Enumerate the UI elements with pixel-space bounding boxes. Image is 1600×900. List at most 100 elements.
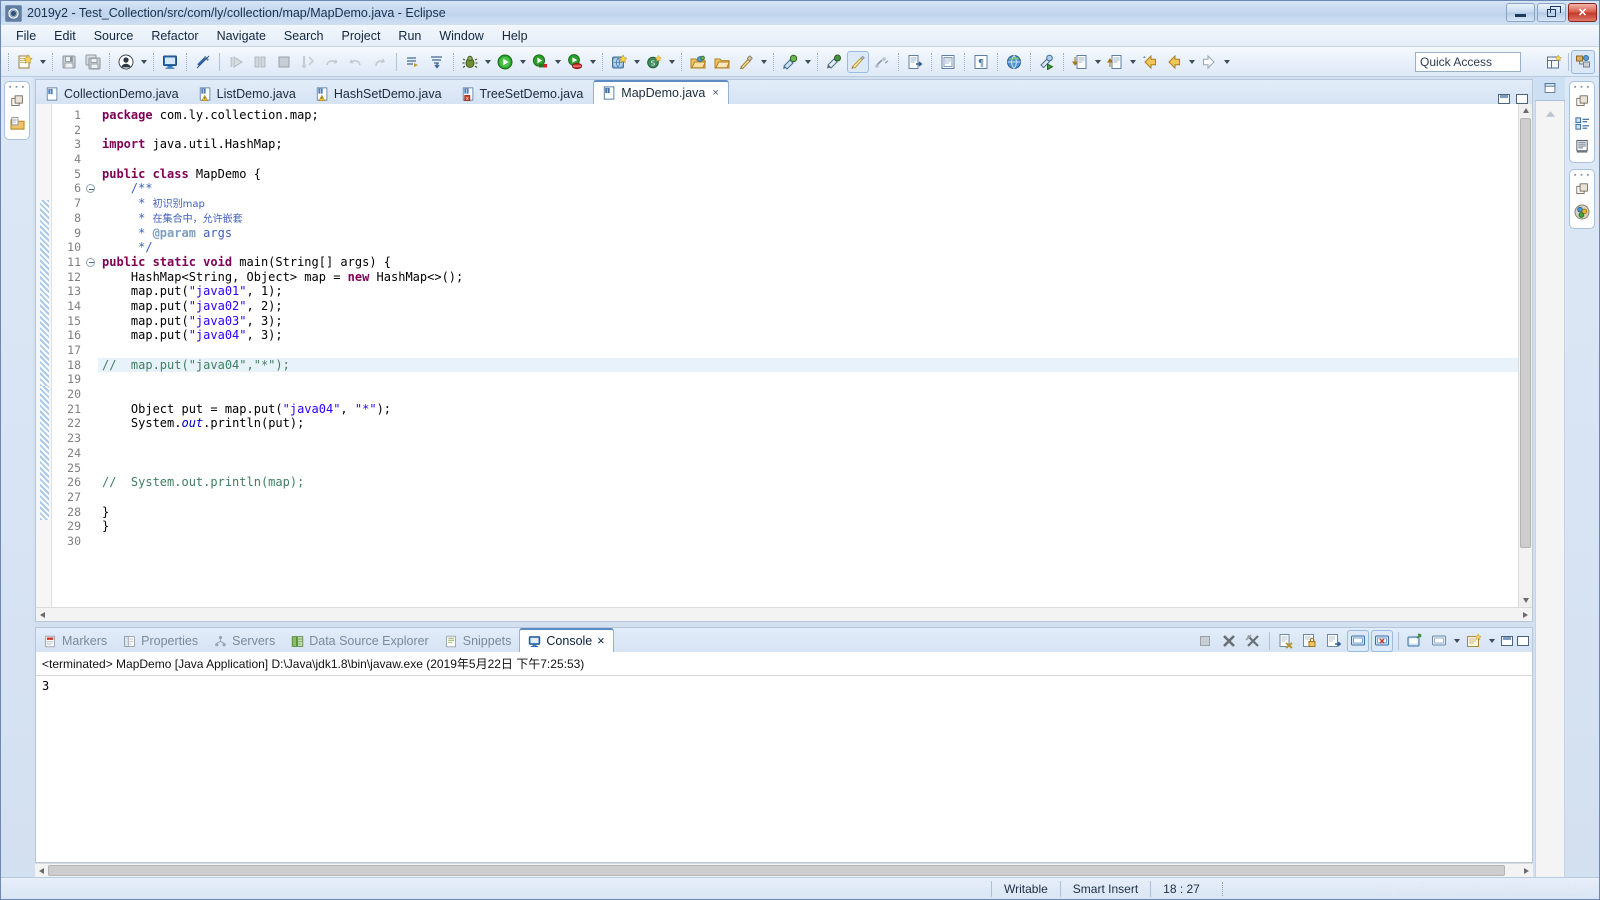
code-line[interactable]: } [98,505,1518,520]
open-type-icon[interactable] [687,51,709,73]
code-line[interactable] [98,372,1518,387]
run-dropdown-arrow[interactable] [517,51,528,73]
code-line[interactable]: Object put = map.put("java04", "*"); [98,402,1518,417]
code-line[interactable]: HashMap<String, Object> map = new HashMa… [98,270,1518,285]
external-tools-dropdown-arrow[interactable] [758,51,769,73]
open-web-browser-icon[interactable] [1003,51,1025,73]
status-resize-handle[interactable] [1221,881,1223,896]
close-icon[interactable]: × [597,634,604,648]
code-line[interactable]: public static void main(String[] args) { [98,255,1518,270]
console-output[interactable]: 3 [36,676,1532,862]
drag-handle-dots[interactable]: ▪ ▪ ▪ [9,84,25,91]
task-list-icon[interactable] [1575,139,1590,157]
new-wizard-icon[interactable] [14,51,36,73]
package-explorer-icon[interactable] [9,116,25,134]
editor-tab-hashsetdemo[interactable]: J HashSetDemo.java [306,82,452,104]
scroll-lock-icon[interactable] [1299,630,1321,652]
code-line[interactable]: */ [98,240,1518,255]
new-java-console-icon[interactable] [159,51,181,73]
code-line[interactable]: // map.put("java04","*"); [98,357,1518,373]
tab-snippets[interactable]: Snippets [437,630,520,652]
pin-console-icon[interactable] [823,51,845,73]
run-last-tool-icon[interactable] [1036,51,1058,73]
code-line[interactable]: map.put("java01", 1); [98,284,1518,299]
open-declaration-icon[interactable] [904,51,926,73]
outline-view-icon[interactable] [1535,77,1565,101]
run-ant-dropdown-arrow[interactable] [587,51,598,73]
tab-properties[interactable]: Properties [115,630,206,652]
save-icon[interactable] [58,51,80,73]
minimize-view-icon[interactable] [1498,94,1510,104]
terminate-icon[interactable] [273,51,295,73]
forward-icon[interactable] [1198,51,1220,73]
previous-edit-location-icon[interactable] [1104,51,1126,73]
step-into-icon[interactable] [297,51,319,73]
user-profile-icon[interactable] [115,51,137,73]
code-line[interactable]: map.put("java04", 3); [98,328,1518,343]
show-print-margin-icon[interactable]: ¶ [970,51,992,73]
code-line[interactable]: public class MapDemo { [98,167,1518,182]
restore-icon[interactable] [1575,183,1589,199]
code-line[interactable] [98,461,1518,476]
link-icon[interactable] [871,51,893,73]
remove-all-terminated-icon[interactable] [1242,630,1264,652]
console-view-menu-arrow[interactable] [1451,630,1462,652]
external-tools-icon[interactable] [735,51,757,73]
code-line[interactable] [98,534,1518,549]
menu-navigate[interactable]: Navigate [208,27,275,45]
java-perspective-icon[interactable] [1571,50,1595,74]
terminate-icon[interactable] [1194,630,1216,652]
editor-tab-treesetdemo[interactable]: Jx TreeSetDemo.java [452,82,594,104]
editor-tab-listdemo[interactable]: J ListDemo.java [189,82,306,104]
code-line[interactable] [98,490,1518,505]
back-history-icon[interactable] [1163,51,1185,73]
maximize-button[interactable] [1537,3,1566,22]
code-line[interactable] [98,387,1518,402]
tab-data-source-explorer[interactable]: Data Source Explorer [283,630,437,652]
menu-help[interactable]: Help [493,27,537,45]
next-annotation-icon[interactable] [426,51,448,73]
code-line[interactable]: * @param args [98,226,1518,241]
outline-view-strip[interactable] [1535,77,1565,877]
scrollbar-thumb[interactable] [1520,118,1531,548]
code-line[interactable]: /** [98,181,1518,196]
debug-icon[interactable] [459,51,481,73]
menu-search[interactable]: Search [275,27,333,45]
remove-launch-icon[interactable] [1218,630,1240,652]
maximize-icon[interactable] [1517,636,1529,646]
code-line[interactable]: // System.out.println(map); [98,475,1518,490]
open-perspective-icon[interactable] [1542,50,1566,74]
previous-edit-dropdown-arrow[interactable] [1127,51,1138,73]
menu-run[interactable]: Run [389,27,430,45]
open-console-dropdown-icon[interactable] [1463,630,1485,652]
editor-vertical-scrollbar[interactable] [1518,104,1532,607]
code-line[interactable] [98,446,1518,461]
show-whitespace-icon[interactable] [937,51,959,73]
code-line[interactable]: package com.ly.collection.map; [98,108,1518,123]
folding-ruler[interactable] [86,104,98,607]
code-line[interactable]: System.out.println(put); [98,416,1518,431]
search-dropdown-arrow[interactable] [802,51,813,73]
console-horizontal-scrollbar[interactable] [35,863,1533,877]
new-class-dropdown-arrow[interactable] [666,51,677,73]
close-button[interactable]: ✕ [1568,3,1597,22]
open-task-icon[interactable] [711,51,733,73]
run-coverage-dropdown-arrow[interactable] [552,51,563,73]
next-edit-location-icon[interactable] [1069,51,1091,73]
run-icon[interactable] [494,51,516,73]
scrollbar-track[interactable] [48,865,1520,876]
open-console-icon[interactable] [1404,630,1426,652]
new-class-icon[interactable]: S [643,51,665,73]
scrollbar-thumb[interactable] [48,865,1506,876]
new-java-project-dropdown-arrow[interactable] [631,51,642,73]
menu-file[interactable]: File [7,27,45,45]
scroll-left-arrow[interactable] [36,608,49,621]
suspend-icon[interactable] [249,51,271,73]
fold-toggle[interactable] [86,255,98,270]
back-dropdown-arrow[interactable] [1186,51,1197,73]
collapse-arrow-icon[interactable] [1545,107,1556,121]
marker-annotation-bar[interactable] [36,104,52,607]
scroll-up-arrow[interactable] [1519,104,1532,117]
code-line[interactable]: map.put("java03", 3); [98,314,1518,329]
new-java-project-icon[interactable] [608,51,630,73]
